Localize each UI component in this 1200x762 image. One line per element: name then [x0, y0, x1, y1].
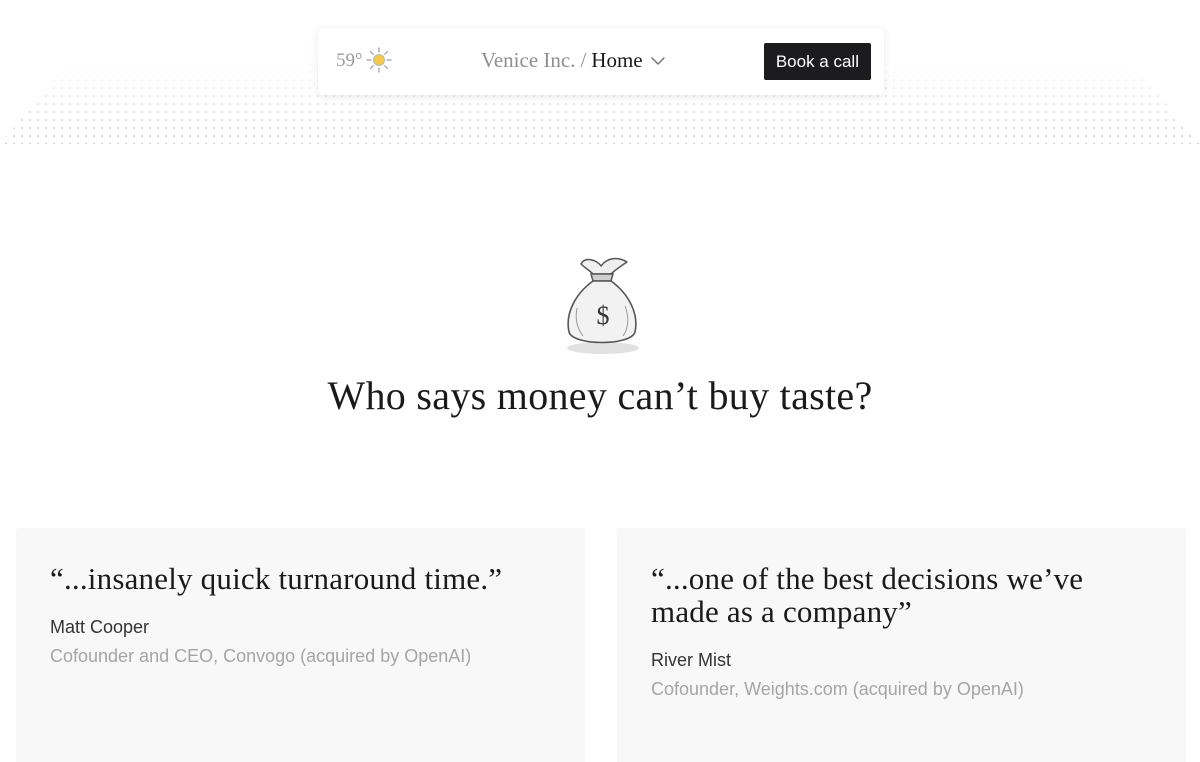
- weather-widget: 59°: [336, 47, 393, 74]
- testimonial-role: Cofounder and CEO, Convogo (acquired by …: [50, 646, 472, 666]
- chevron-down-icon[interactable]: [650, 53, 666, 69]
- testimonial-role: Cofounder, Weights.com (acquired by Open…: [651, 679, 1024, 699]
- temperature: 59°: [336, 50, 363, 71]
- testimonial-card: “...insanely quick turnaround time.” Mat…: [16, 528, 585, 762]
- money-bag-icon: $: [567, 257, 639, 354]
- page-switcher[interactable]: Home: [591, 48, 642, 73]
- breadcrumb-separator: /: [580, 48, 587, 72]
- testimonial-quote: “...insanely quick turnaround time.”: [50, 561, 503, 596]
- testimonial-author: River Mist: [651, 650, 731, 670]
- testimonial-author: Matt Cooper: [50, 617, 150, 637]
- hero-title: Who says money can’t buy taste?: [327, 373, 873, 418]
- book-a-call-button[interactable]: Book a call: [763, 43, 871, 80]
- svg-text:$: $: [597, 301, 610, 330]
- testimonial-quote: “...one of the best decisions we’ve made…: [651, 561, 1084, 629]
- testimonial-card: “...one of the best decisions we’ve made…: [617, 528, 1186, 762]
- breadcrumb-company[interactable]: Venice Inc.: [481, 48, 575, 73]
- sun-icon: [366, 47, 392, 73]
- top-navbar: 59° Venice Inc. / Home Book a call: [318, 28, 884, 95]
- breadcrumb: Venice Inc. / Home: [481, 48, 666, 73]
